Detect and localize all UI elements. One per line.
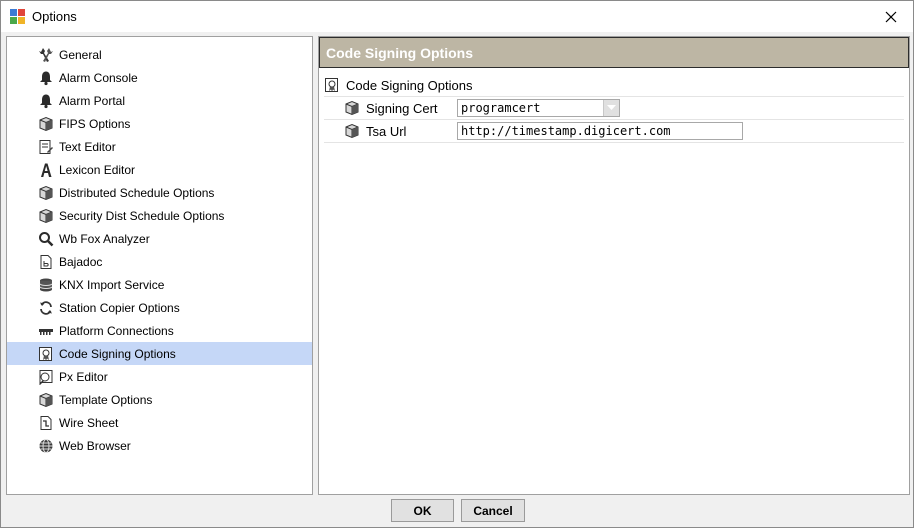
options-sidebar: General Alarm Console Alarm Portal FIPS Opt… [6, 36, 313, 495]
sidebar-item-web-browser[interactable]: Web Browser [7, 434, 312, 457]
signing-cert-value: programcert [461, 101, 541, 115]
sidebar-item-code-signing-options[interactable]: Code Signing Options [7, 342, 312, 365]
sidebar-item-alarm-portal[interactable]: Alarm Portal [7, 89, 312, 112]
sidebar-item-label: KNX Import Service [59, 277, 165, 292]
sidebar-item-label: Alarm Portal [59, 93, 126, 108]
sidebar-item-label: Wb Fox Analyzer [59, 231, 150, 246]
magnifier-icon [37, 230, 54, 247]
property-row-signing-cert: Signing Cert programcert [324, 97, 904, 120]
sidebar-item-wb-fox-analyzer[interactable]: Wb Fox Analyzer [7, 227, 312, 250]
certificate-icon [325, 78, 338, 92]
property-root[interactable]: Code Signing Options [324, 74, 904, 97]
letter-a-icon [37, 161, 54, 178]
cube-icon [37, 115, 54, 132]
sidebar-item-label: Web Browser [59, 438, 131, 453]
sidebar-item-wire-sheet[interactable]: Wire Sheet [7, 411, 312, 434]
cancel-button[interactable]: Cancel [461, 499, 525, 522]
cube-icon [37, 184, 54, 201]
bell-icon [37, 92, 54, 109]
sidebar-item-label: Alarm Console [59, 70, 138, 85]
cube-icon [37, 391, 54, 408]
sidebar-item-label: Wire Sheet [59, 415, 119, 430]
text-edit-icon [37, 138, 54, 155]
sidebar-item-label: Platform Connections [59, 323, 174, 338]
sidebar-item-label: FIPS Options [59, 116, 131, 131]
sidebar-item-label: Distributed Schedule Options [59, 185, 215, 200]
sidebar-item-bajadoc[interactable]: Bajadoc [7, 250, 312, 273]
close-icon [885, 11, 896, 22]
chevron-down-icon[interactable] [603, 100, 619, 116]
database-icon [37, 276, 54, 293]
sidebar-item-alarm-console[interactable]: Alarm Console [7, 66, 312, 89]
px-editor-icon [37, 368, 54, 385]
tsa-url-label: Tsa Url [366, 123, 407, 139]
wrench-icon [37, 46, 54, 63]
title-bar: Options [1, 1, 913, 32]
sidebar-item-platform-connections[interactable]: Platform Connections [7, 319, 312, 342]
tsa-url-value: http://timestamp.digicert.com [461, 124, 671, 138]
dialog-content: General Alarm Console Alarm Portal FIPS Opt… [6, 36, 910, 495]
close-button[interactable] [868, 1, 913, 32]
cube-icon [345, 123, 359, 139]
dialog-buttons: OK Cancel [1, 498, 913, 526]
cube-icon [37, 207, 54, 224]
property-row-tsa-url: Tsa Url http://timestamp.digicert.com [324, 120, 904, 143]
sidebar-item-station-copier-options[interactable]: Station Copier Options [7, 296, 312, 319]
globe-icon [37, 437, 54, 454]
window-title: Options [32, 9, 77, 24]
wire-sheet-icon [37, 414, 54, 431]
sidebar-item-distributed-schedule-options[interactable]: Distributed Schedule Options [7, 181, 312, 204]
tsa-url-input[interactable]: http://timestamp.digicert.com [457, 122, 743, 140]
sidebar-item-label: Security Dist Schedule Options [59, 208, 225, 223]
sidebar-item-label: Text Editor [59, 139, 116, 154]
panel-title: Code Signing Options [326, 45, 473, 61]
sidebar-item-label: Station Copier Options [59, 300, 180, 315]
certificate-icon [37, 345, 54, 362]
sidebar-item-general[interactable]: General [7, 43, 312, 66]
options-panel: Code Signing Options Code Signing Option… [318, 36, 910, 495]
sidebar-item-lexicon-editor[interactable]: Lexicon Editor [7, 158, 312, 181]
panel-header: Code Signing Options [319, 37, 909, 68]
options-list: General Alarm Console Alarm Portal FIPS Opt… [7, 37, 312, 457]
sidebar-item-px-editor[interactable]: Px Editor [7, 365, 312, 388]
sidebar-item-label: Lexicon Editor [59, 162, 136, 177]
ok-button[interactable]: OK [391, 499, 454, 522]
sidebar-item-label: Px Editor [59, 369, 108, 384]
signing-cert-select[interactable]: programcert [457, 99, 620, 117]
property-root-label: Code Signing Options [346, 77, 473, 93]
sidebar-item-label: Bajadoc [59, 254, 103, 269]
options-dialog: Options General Alarm Console Alarm Portal… [0, 0, 914, 528]
connector-icon [37, 322, 54, 339]
cube-icon [345, 100, 359, 116]
sidebar-item-text-editor[interactable]: Text Editor [7, 135, 312, 158]
sidebar-item-template-options[interactable]: Template Options [7, 388, 312, 411]
app-logo-icon [10, 9, 25, 24]
sidebar-item-label: Template Options [59, 392, 153, 407]
sidebar-item-knx-import-service[interactable]: KNX Import Service [7, 273, 312, 296]
sidebar-item-fips-options[interactable]: FIPS Options [7, 112, 312, 135]
sidebar-item-label: General [59, 47, 102, 62]
doc-icon [37, 253, 54, 270]
property-sheet: Code Signing Options Signing Cert progra… [324, 74, 904, 143]
signing-cert-label: Signing Cert [366, 100, 438, 116]
sidebar-item-label: Code Signing Options [59, 346, 176, 361]
sync-icon [37, 299, 54, 316]
bell-icon [37, 69, 54, 86]
sidebar-item-security-dist-schedule-options[interactable]: Security Dist Schedule Options [7, 204, 312, 227]
